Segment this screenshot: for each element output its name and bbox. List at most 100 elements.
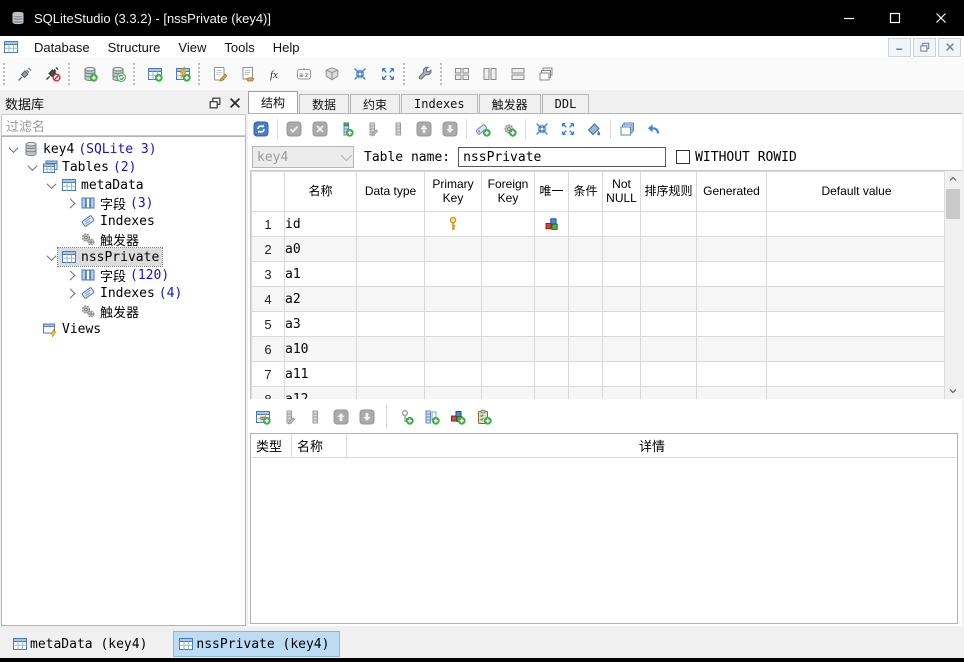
toolbar-grip[interactable]	[440, 63, 447, 85]
tab-ddl[interactable]: DDL	[542, 94, 590, 113]
mdi-layout-horizontal-button[interactable]	[506, 62, 530, 86]
toolbar-grip[interactable]	[68, 63, 75, 85]
database-combo[interactable]: key4	[252, 146, 354, 168]
move-column-down-button[interactable]	[439, 118, 461, 140]
delete-constraint-button[interactable]	[304, 406, 326, 428]
tree-item-metadata-indexes[interactable]: Indexes	[2, 212, 245, 230]
mdi-minimize-button[interactable]	[888, 38, 911, 57]
grid-cell[interactable]	[767, 212, 947, 237]
menu-help[interactable]: Help	[264, 38, 309, 57]
row-number[interactable]: 4	[252, 287, 285, 312]
populate-table-button[interactable]	[583, 118, 605, 140]
grid-cell[interactable]	[603, 262, 641, 287]
grid-cell[interactable]	[535, 337, 569, 362]
extensions-button[interactable]	[320, 62, 344, 86]
menu-tools[interactable]: Tools	[215, 38, 263, 57]
move-column-up-button[interactable]	[413, 118, 435, 140]
tree-item-metadata-columns[interactable]: 字段 (3)	[2, 194, 245, 212]
column-name-cell[interactable]: a1	[285, 262, 357, 287]
add-index-button[interactable]	[472, 118, 494, 140]
grid-cell[interactable]	[569, 387, 603, 400]
mdi-layout-grid-button[interactable]	[450, 62, 474, 86]
menu-database[interactable]: Database	[25, 38, 99, 57]
grid-cell[interactable]	[535, 287, 569, 312]
primary-key-cell[interactable]	[425, 212, 482, 237]
column-name-cell[interactable]: a10	[285, 337, 357, 362]
grid-cell[interactable]	[482, 337, 535, 362]
col-header-default[interactable]: Default value	[767, 172, 947, 212]
grid-cell[interactable]	[569, 362, 603, 387]
tab-indexes[interactable]: Indexes	[401, 94, 478, 113]
grid-cell[interactable]	[569, 337, 603, 362]
row-number[interactable]: 7	[252, 362, 285, 387]
dock-close-icon[interactable]	[228, 96, 242, 110]
commit-button[interactable]	[283, 118, 305, 140]
import-table-button[interactable]	[531, 118, 553, 140]
tab-data[interactable]: 数据	[299, 94, 349, 113]
add-unique-button[interactable]	[447, 406, 469, 428]
tree-item-nssprivate-columns[interactable]: 字段 (120)	[2, 266, 245, 284]
grid-cell[interactable]	[697, 362, 767, 387]
grid-cell[interactable]	[697, 262, 767, 287]
column-name-cell[interactable]: a0	[285, 237, 357, 262]
add-primary-key-button[interactable]	[395, 406, 417, 428]
grid-cell[interactable]	[535, 362, 569, 387]
grid-cell[interactable]	[641, 312, 697, 337]
tab-structure[interactable]: 结构	[248, 91, 298, 113]
collapse-chevron-icon[interactable]	[46, 179, 56, 189]
toolbar-grip[interactable]	[3, 63, 10, 85]
grid-cell[interactable]	[767, 237, 947, 262]
grid-cell[interactable]	[641, 212, 697, 237]
add-check-button[interactable]	[473, 406, 495, 428]
import-button[interactable]	[348, 62, 372, 86]
grid-cell[interactable]	[535, 237, 569, 262]
grid-cell[interactable]	[603, 337, 641, 362]
collations-editor-button[interactable]: a·z	[292, 62, 316, 86]
col-header-foreign-key[interactable]: Foreign Key	[482, 172, 535, 212]
mdi-layout-cascade-button[interactable]	[534, 62, 558, 86]
add-column-button[interactable]	[335, 118, 357, 140]
grid-cell[interactable]	[482, 262, 535, 287]
row-number[interactable]: 5	[252, 312, 285, 337]
without-rowid-checkbox[interactable]	[676, 150, 690, 164]
grid-cell[interactable]	[535, 387, 569, 400]
database-filter-input[interactable]: 过滤名	[1, 114, 246, 136]
grid-cell[interactable]	[767, 387, 947, 400]
refresh-structure-button[interactable]	[250, 118, 272, 140]
export-table-button[interactable]	[557, 118, 579, 140]
edit-constraint-button[interactable]	[278, 406, 300, 428]
grid-cell[interactable]	[603, 362, 641, 387]
move-constraint-up-button[interactable]	[330, 406, 352, 428]
dock-float-icon[interactable]	[208, 96, 222, 110]
grid-cell[interactable]	[569, 212, 603, 237]
grid-cell[interactable]	[767, 337, 947, 362]
scrollbar-thumb[interactable]	[946, 189, 960, 219]
grid-cell[interactable]	[697, 237, 767, 262]
col-header-check[interactable]: 条件	[569, 172, 603, 212]
column-name-cell[interactable]: a11	[285, 362, 357, 387]
grid-cell[interactable]	[603, 387, 641, 400]
collapse-chevron-icon[interactable]	[27, 161, 37, 171]
column-name-cell[interactable]: a3	[285, 312, 357, 337]
grid-cell[interactable]	[641, 287, 697, 312]
grid-cell[interactable]	[357, 237, 425, 262]
grid-cell[interactable]	[357, 362, 425, 387]
tree-item-key4[interactable]: key4 (SQLite 3)	[2, 140, 245, 158]
grid-cell[interactable]	[425, 262, 482, 287]
scroll-up-button[interactable]	[945, 171, 961, 187]
tab-triggers[interactable]: 触发器	[479, 94, 541, 113]
edit-column-button[interactable]	[361, 118, 383, 140]
grid-cell[interactable]	[641, 387, 697, 400]
column-name-cell[interactable]: a2	[285, 287, 357, 312]
grid-cell[interactable]	[767, 262, 947, 287]
collapse-chevron-icon[interactable]	[46, 251, 56, 261]
add-trigger-button[interactable]	[498, 118, 520, 140]
grid-cell[interactable]	[569, 312, 603, 337]
functions-editor-button[interactable]: fx	[264, 62, 288, 86]
details-col-info[interactable]: 详情	[347, 434, 957, 457]
grid-cell[interactable]	[425, 287, 482, 312]
grid-cell[interactable]	[357, 387, 425, 400]
row-number[interactable]: 2	[252, 237, 285, 262]
grid-cell[interactable]	[357, 262, 425, 287]
new-table-button[interactable]	[143, 62, 167, 86]
